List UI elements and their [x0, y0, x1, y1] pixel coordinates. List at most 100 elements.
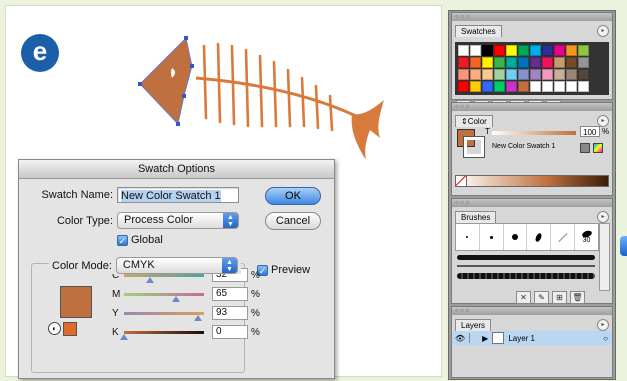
panel-menu-icon[interactable]: ▸ [597, 25, 609, 37]
swatch-name-input[interactable]: New Color Swatch 1 [117, 187, 239, 203]
brushes-scrollbar[interactable] [599, 223, 610, 291]
textured-brush-stroke[interactable] [457, 273, 595, 279]
swatch-cell[interactable] [494, 45, 505, 56]
remove-stroke-icon[interactable]: ✕ [516, 291, 531, 304]
lock-toggle[interactable] [469, 333, 478, 343]
tint-value-input[interactable]: 100 [580, 126, 600, 137]
swatch-cell[interactable] [542, 69, 553, 80]
swatch-cell[interactable] [494, 69, 505, 80]
swatch-cell[interactable] [470, 69, 481, 80]
panel-titlebar[interactable]: ○ ○ ○ [452, 307, 612, 315]
artboard[interactable]: e Swatch Options Swatch Name: New Color … [5, 5, 442, 379]
swatch-cell[interactable] [542, 57, 553, 68]
magenta-value-input[interactable]: 65 [212, 287, 248, 301]
brush-item[interactable] [551, 224, 576, 250]
brush-item[interactable] [456, 224, 480, 250]
swatch-cell[interactable] [494, 57, 505, 68]
layer-row[interactable]: 👁 ▶ Layer 1 ○ [452, 331, 612, 345]
swatch-cell[interactable] [530, 57, 541, 68]
tab-layers[interactable]: Layers [455, 319, 492, 331]
preview-row[interactable]: ✓ Preview [257, 264, 310, 276]
swatch-cell[interactable] [530, 45, 541, 56]
delete-brush-icon[interactable]: 🗑 [570, 291, 585, 304]
none-color-icon[interactable] [455, 175, 467, 187]
swatch-cell[interactable] [518, 81, 529, 92]
swatch-cell[interactable] [482, 57, 493, 68]
swatch-cell[interactable] [542, 45, 553, 56]
swatch-cell[interactable] [458, 57, 469, 68]
black-value-input[interactable]: 0 [212, 325, 248, 339]
swatch-cell[interactable] [458, 81, 469, 92]
web-safe-icon[interactable] [593, 143, 603, 153]
swatch-cell[interactable] [566, 69, 577, 80]
swatch-grid[interactable] [455, 42, 609, 95]
fish-bone-artwork[interactable] [134, 26, 434, 166]
swatch-cell[interactable] [518, 45, 529, 56]
disclosure-arrow-icon[interactable]: ▶ [482, 334, 488, 343]
tint-slider[interactable] [492, 131, 576, 135]
swatch-cell[interactable] [554, 57, 565, 68]
swatch-cell[interactable] [566, 57, 577, 68]
panel-titlebar[interactable]: ○ ○ ○ [452, 199, 612, 207]
swatch-cell[interactable] [554, 81, 565, 92]
yellow-value-input[interactable]: 93 [212, 306, 248, 320]
eye-icon[interactable]: 👁 [455, 334, 465, 343]
swatch-cell[interactable] [542, 81, 553, 92]
brush-item[interactable] [527, 224, 552, 250]
new-brush-icon[interactable]: ⊞ [552, 291, 567, 304]
swatch-cell[interactable] [458, 69, 469, 80]
swatch-cell[interactable] [578, 57, 589, 68]
swatch-cell[interactable] [578, 45, 589, 56]
brush-options-icon[interactable]: ✎ [534, 291, 549, 304]
swatch-cell[interactable] [566, 45, 577, 56]
swatch-cell[interactable] [530, 69, 541, 80]
global-checkbox[interactable]: ✓ [117, 234, 128, 246]
swatch-cell[interactable] [578, 81, 589, 92]
swatch-cell[interactable] [470, 45, 481, 56]
swatch-cell[interactable] [566, 81, 577, 92]
slider-thumb[interactable] [194, 314, 203, 321]
thin-brush-stroke[interactable] [457, 265, 595, 267]
swatch-cell[interactable] [554, 45, 565, 56]
swatch-cell[interactable] [506, 69, 517, 80]
global-row[interactable]: ✓ Global [117, 234, 163, 246]
brush-item[interactable] [504, 224, 528, 250]
swatch-cell[interactable] [458, 45, 469, 56]
swatch-cell[interactable] [482, 69, 493, 80]
panel-expand-handle[interactable] [620, 236, 627, 256]
panel-titlebar[interactable]: ○ ○ ○ [452, 103, 612, 111]
yellow-slider[interactable] [124, 311, 204, 321]
stroke-color-icon[interactable] [463, 136, 485, 158]
swatch-cell[interactable] [506, 57, 517, 68]
charcoal-brush-stroke[interactable] [457, 255, 595, 260]
swatch-cell[interactable] [530, 81, 541, 92]
swatch-cell[interactable] [506, 81, 517, 92]
swatch-cell[interactable] [578, 69, 589, 80]
swatch-cell[interactable] [518, 69, 529, 80]
black-slider[interactable] [120, 330, 204, 340]
panel-menu-icon[interactable]: ▸ [597, 319, 609, 331]
tab-color[interactable]: ⇕Color [455, 115, 493, 127]
color-type-select[interactable]: Process Color ▲ ▼ [117, 212, 239, 229]
swatch-cell[interactable] [482, 45, 493, 56]
swatch-cell[interactable] [482, 81, 493, 92]
swatch-cell[interactable] [506, 45, 517, 56]
tab-brushes[interactable]: Brushes [455, 211, 497, 223]
cancel-button[interactable]: Cancel [265, 212, 321, 230]
magenta-slider[interactable] [124, 292, 204, 302]
swatch-cell[interactable] [470, 57, 481, 68]
ok-button[interactable]: OK [265, 187, 321, 205]
gamut-warning-icon[interactable] [580, 143, 590, 153]
panel-titlebar[interactable]: ○ ○ ○ [452, 13, 612, 21]
swatch-cell[interactable] [554, 69, 565, 80]
brush-item[interactable] [480, 224, 504, 250]
target-icon[interactable]: ○ [603, 334, 608, 343]
tab-swatches[interactable]: Swatches [455, 25, 502, 37]
brush-presets[interactable]: 30 [455, 223, 599, 251]
swatch-cell[interactable] [494, 81, 505, 92]
brush-item[interactable]: 30 [575, 224, 598, 250]
swatch-cell[interactable] [518, 57, 529, 68]
swatch-cell[interactable] [470, 81, 481, 92]
slider-thumb[interactable] [120, 333, 128, 340]
panel-menu-icon[interactable]: ▸ [597, 211, 609, 223]
